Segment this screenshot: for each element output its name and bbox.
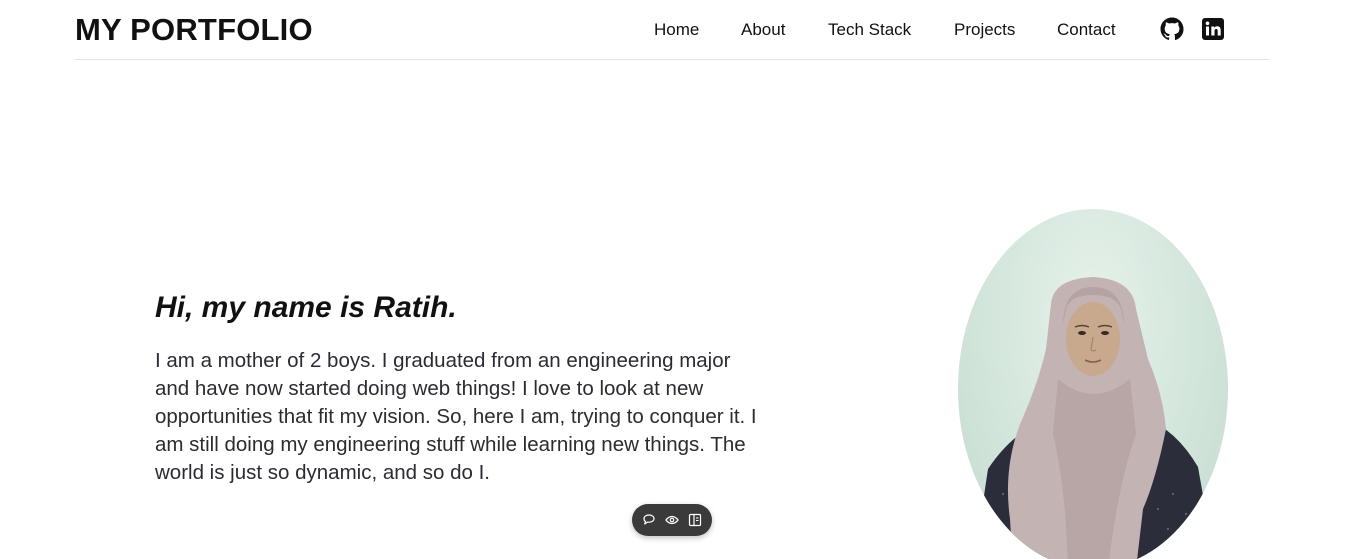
eye-icon[interactable] [664,512,680,528]
panel-icon[interactable] [687,512,703,528]
main-nav: Home About Tech Stack Projects Contact [75,20,1269,42]
profile-photo [958,209,1228,559]
intro-text: I am a mother of 2 boys. I graduated fro… [155,349,757,484]
intro-section: Hi, my name is Ratih. I am a mother of 2… [155,288,775,487]
nav-projects[interactable]: Projects [954,20,1015,40]
comment-icon[interactable] [641,512,657,528]
nav-contact[interactable]: Contact [1057,20,1116,40]
portrait-illustration [974,277,1215,559]
linkedin-icon[interactable] [1201,17,1225,41]
nav-tech-stack[interactable]: Tech Stack [828,20,911,40]
github-icon[interactable] [1160,17,1184,41]
nav-about[interactable]: About [741,20,785,40]
site-header: MY PORTFOLIO Home About Tech Stack Proje… [75,0,1269,60]
intro-title: Hi, my name is Ratih. [155,291,457,324]
nav-home[interactable]: Home [654,20,699,40]
floating-toolbar [632,504,712,536]
